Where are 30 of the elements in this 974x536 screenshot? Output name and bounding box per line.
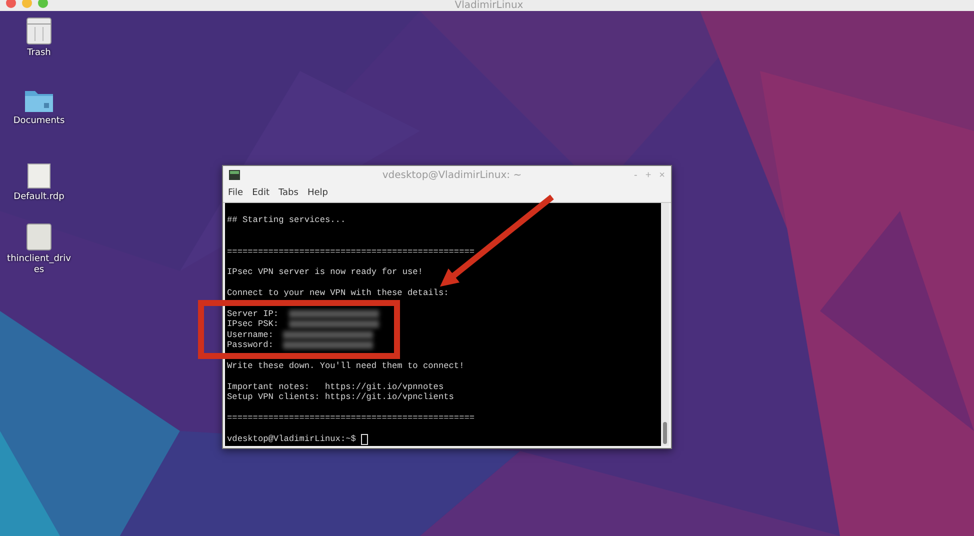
trash-icon[interactable] (26, 17, 52, 45)
terminal-line: IPsec PSK: (227, 319, 279, 330)
terminal-line: Write these down. You'll need them to connect! (227, 360, 464, 372)
terminal-line: Important notes: https://git.io/vpnnotes (227, 382, 444, 392)
terminal-line: ================================================ (227, 246, 475, 257)
close-icon[interactable] (6, 0, 16, 8)
menu-item[interactable]: Tabs (278, 188, 298, 198)
file-icon[interactable] (27, 163, 51, 189)
terminal-icon (229, 170, 240, 180)
shell-prompt: vdesktop@VladimirLinux:~$ (227, 434, 356, 444)
window-title: vdesktop@VladimirLinux: ~ (381, 170, 523, 180)
terminal-line: Setup VPN clients: https://git.io/vpnclients (227, 392, 454, 402)
scrollbar[interactable] (661, 203, 669, 446)
menu-item[interactable]: File (228, 188, 244, 198)
icon-label: Default.rdp (12, 192, 66, 203)
window-title: VladimirLinux (454, 0, 524, 11)
terminal-line: ## Starting services... (227, 215, 346, 226)
menu-item[interactable]: Help (307, 188, 328, 198)
drive-icon[interactable] (26, 223, 52, 251)
terminal-line: IPsec VPN server is now ready for use! (227, 267, 423, 278)
icon-label: thinclient_drives (7, 254, 71, 276)
terminal-line: Connect to your new VPN with these details: (227, 288, 449, 299)
terminal-line: ================================================ (227, 412, 475, 424)
text-cursor (360, 434, 368, 445)
icon-label: Documents (12, 116, 66, 127)
terminal-line: Password: (227, 340, 274, 350)
terminal-line: Username: (227, 330, 274, 340)
menu-item[interactable]: Edit (252, 188, 270, 198)
icon-label: Trash (26, 48, 52, 59)
terminal-line: Server IP: (227, 308, 279, 320)
